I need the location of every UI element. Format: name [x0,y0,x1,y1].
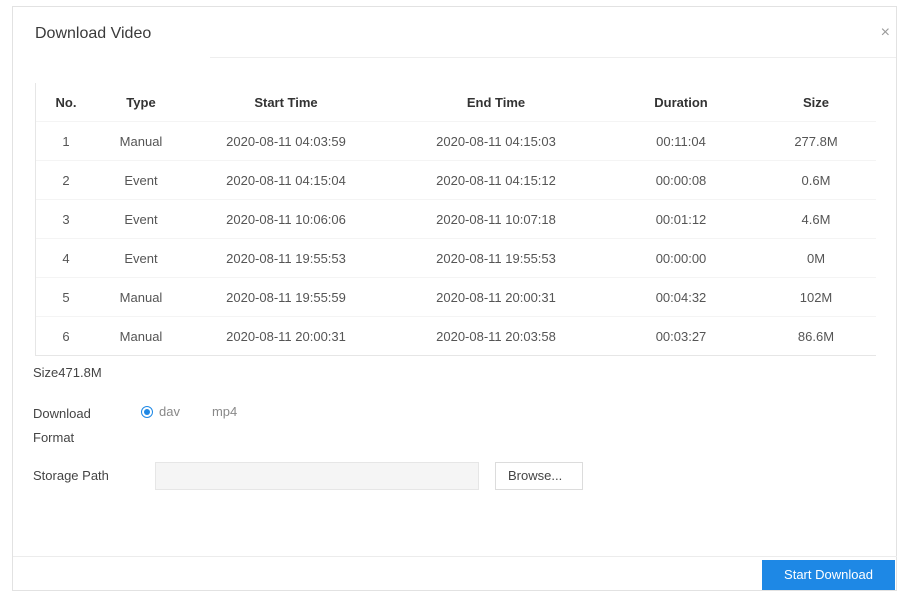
format-option-label: mp4 [211,404,238,419]
cell-type: Event [96,199,186,239]
download-format-label: Download Format [33,402,113,450]
cell-end-time: 2020-08-11 04:15:03 [386,121,606,161]
dialog-title: Download Video [35,25,152,42]
browse-button[interactable]: Browse... [495,462,583,490]
table-row[interactable]: 5 Manual 2020-08-11 19:55:59 2020-08-11 … [36,277,876,317]
table-row[interactable]: 2 Event 2020-08-11 04:15:04 2020-08-11 0… [36,160,876,200]
table-header-row: No. Type Start Time End Time Duration Si… [36,83,876,122]
cell-no: 3 [36,199,96,239]
cell-size: 86.6M [756,316,876,355]
cell-start-time: 2020-08-11 04:03:59 [186,121,386,161]
table-row[interactable]: 4 Event 2020-08-11 19:55:53 2020-08-11 1… [36,238,876,278]
storage-path-label: Storage Path [33,468,109,483]
header-type[interactable]: Type [96,83,186,122]
cell-no: 2 [36,160,96,200]
cell-end-time: 2020-08-11 04:15:12 [386,160,606,200]
cell-type: Event [96,238,186,278]
cell-start-time: 2020-08-11 20:00:31 [186,316,386,355]
cell-end-time: 2020-08-11 10:07:18 [386,199,606,239]
cell-duration: 00:11:04 [606,121,756,161]
header-end-time[interactable]: End Time [386,83,606,122]
format-radio-mp4[interactable]: mp4 [212,404,237,419]
cell-size: 277.8M [756,121,876,161]
download-format-label-line2: Format [33,430,75,445]
cell-duration: 00:00:08 [606,160,756,200]
header-size[interactable]: Size [756,83,876,122]
header-duration[interactable]: Duration [606,83,756,122]
recordings-table: No. Type Start Time End Time Duration Si… [35,83,876,356]
cell-size: 4.6M [756,199,876,239]
close-icon[interactable]: × [881,25,890,41]
total-size-text: Size471.8M [33,365,102,380]
table-row[interactable]: 6 Manual 2020-08-11 20:00:31 2020-08-11 … [36,316,876,355]
title-divider [210,57,896,58]
cell-start-time: 2020-08-11 04:15:04 [186,160,386,200]
format-radio-group: dav mp4 [141,404,269,419]
cell-type: Event [96,160,186,200]
cell-start-time: 2020-08-11 10:06:06 [186,199,386,239]
cell-type: Manual [96,277,186,317]
table-row[interactable]: 1 Manual 2020-08-11 04:03:59 2020-08-11 … [36,121,876,161]
cell-size: 0M [756,238,876,278]
cell-duration: 00:04:32 [606,277,756,317]
storage-path-input[interactable] [155,462,479,490]
cell-no: 4 [36,238,96,278]
cell-no: 5 [36,277,96,317]
cell-duration: 00:00:00 [606,238,756,278]
header-start-time[interactable]: Start Time [186,83,386,122]
format-radio-dav[interactable]: dav [141,404,180,419]
cell-duration: 00:01:12 [606,199,756,239]
cell-start-time: 2020-08-11 19:55:59 [186,277,386,317]
table-row[interactable]: 3 Event 2020-08-11 10:06:06 2020-08-11 1… [36,199,876,239]
cell-end-time: 2020-08-11 20:03:58 [386,316,606,355]
radio-selected-icon[interactable] [141,405,153,418]
cell-size: 102M [756,277,876,317]
cell-type: Manual [96,121,186,161]
cell-no: 6 [36,316,96,355]
cell-type: Manual [96,316,186,355]
download-format-label-line1: Download [33,406,91,421]
cell-end-time: 2020-08-11 19:55:53 [386,238,606,278]
footer-divider [13,556,897,557]
start-download-button[interactable]: Start Download [762,560,895,590]
cell-start-time: 2020-08-11 19:55:53 [186,238,386,278]
format-option-label: dav [159,404,180,419]
cell-size: 0.6M [756,160,876,200]
cell-end-time: 2020-08-11 20:00:31 [386,277,606,317]
cell-no: 1 [36,121,96,161]
cell-duration: 00:03:27 [606,316,756,355]
header-no[interactable]: No. [36,83,96,122]
download-video-dialog: Download Video × No. Type Start Time End… [12,6,897,591]
